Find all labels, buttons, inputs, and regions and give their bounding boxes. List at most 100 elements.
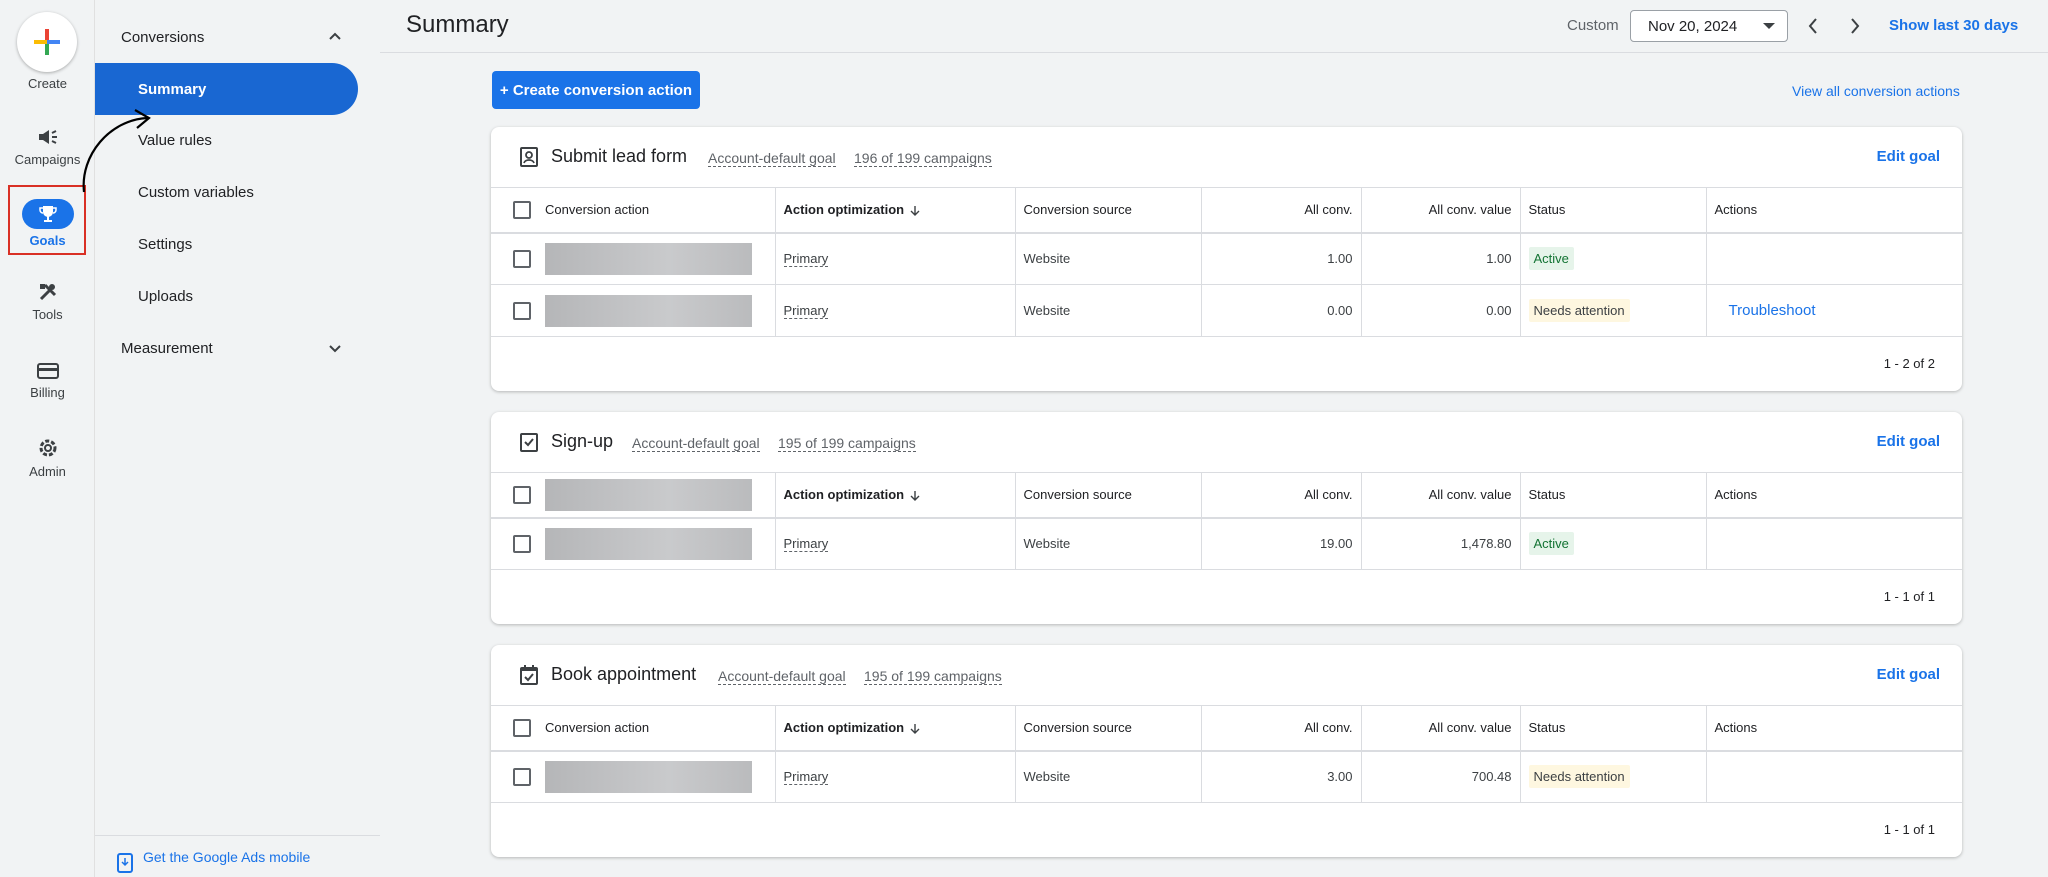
- redacted-name: [545, 527, 752, 560]
- row-checkbox-cell: [491, 750, 537, 803]
- primary-label[interactable]: Primary: [783, 251, 829, 268]
- row-checkbox-cell: [491, 232, 537, 285]
- row-checkbox-cell: [491, 284, 537, 337]
- col-conversion-source[interactable]: Conversion source: [1014, 472, 1201, 519]
- conversion-action-cell: [537, 517, 775, 570]
- conversion-action-cell: [537, 232, 775, 285]
- nav-section-conversions[interactable]: Conversions: [121, 29, 204, 46]
- col-actions: Actions: [1705, 705, 1962, 752]
- annotation-arrow: [82, 109, 151, 193]
- rail-item-billing[interactable]: Billing: [0, 361, 95, 400]
- col-all-conv[interactable]: All conv.: [1200, 705, 1361, 752]
- status-badge: Active: [1528, 532, 1574, 556]
- primary-label[interactable]: Primary: [783, 769, 829, 786]
- rail-item-tools[interactable]: Tools: [0, 281, 95, 322]
- primary-label[interactable]: Primary: [783, 536, 829, 553]
- select-all-checkbox[interactable]: [513, 485, 531, 504]
- select-all-checkbox[interactable]: [513, 718, 531, 737]
- status-badge: Active: [1528, 247, 1574, 271]
- table-row: Primary Website 19.00 1,478.80 Active: [491, 517, 1962, 570]
- col-all-conv-value[interactable]: All conv. value: [1360, 705, 1520, 752]
- redacted-name: [545, 294, 752, 327]
- nav-section-measurement[interactable]: Measurement: [121, 340, 213, 357]
- goal-name: Sign-up: [551, 431, 614, 451]
- status-cell: Active: [1519, 517, 1706, 570]
- primary-label[interactable]: Primary: [783, 303, 829, 319]
- create-conversion-action-button[interactable]: + Create conversion action: [492, 71, 700, 109]
- redacted-name: [545, 242, 752, 275]
- table-row: Primary Website 3.00 700.48 Needs attent…: [491, 750, 1962, 803]
- col-all-conv-value[interactable]: All conv. value: [1360, 472, 1520, 519]
- account-default-goal-label[interactable]: Account-default goal: [718, 668, 846, 685]
- edit-goal-button[interactable]: Edit goal: [1877, 148, 1940, 165]
- megaphone-icon: [38, 130, 57, 144]
- campaign-count-label[interactable]: 196 of 199 campaigns: [854, 150, 992, 167]
- view-all-conversion-actions-link[interactable]: View all conversion actions: [1792, 83, 1960, 99]
- all-conv-cell: 19.00: [1200, 517, 1361, 570]
- source-cell: Website: [1014, 517, 1201, 570]
- row-checkbox[interactable]: [513, 534, 531, 553]
- col-action-optimization[interactable]: Action optimization: [774, 187, 1015, 234]
- all-conv-value-cell: 0.00: [1360, 284, 1520, 337]
- custom-label: Custom: [1567, 17, 1619, 34]
- col-all-conv[interactable]: All conv.: [1200, 187, 1361, 234]
- row-checkbox[interactable]: [513, 767, 531, 786]
- col-action-optimization-label: Action optimization: [783, 202, 905, 218]
- campaign-count-label[interactable]: 195 of 199 campaigns: [778, 435, 916, 452]
- col-status[interactable]: Status: [1519, 187, 1706, 234]
- status-badge: Needs attention: [1528, 299, 1630, 322]
- table-header-row: Action optimization Conversion source Al…: [491, 472, 1962, 519]
- edit-goal-button[interactable]: Edit goal: [1877, 433, 1940, 450]
- table-row: Primary Website 0.00 0.00 Needs attentio…: [491, 284, 1962, 337]
- chevron-up-icon[interactable]: [328, 31, 342, 41]
- select-all-checkbox[interactable]: [513, 200, 531, 219]
- page-title: Summary: [406, 11, 509, 38]
- account-default-goal-label[interactable]: Account-default goal: [632, 435, 760, 452]
- row-checkbox[interactable]: [513, 301, 531, 320]
- row-checkbox[interactable]: [513, 249, 531, 268]
- col-conversion-source[interactable]: Conversion source: [1014, 705, 1201, 752]
- conversion-table: Conversion action Action optimization Co…: [491, 705, 1962, 803]
- pagination-label: 1 - 1 of 1: [1883, 589, 1935, 604]
- next-period-button[interactable]: [1840, 12, 1870, 40]
- edit-goal-button[interactable]: Edit goal: [1877, 666, 1940, 683]
- row-checkbox-cell: [491, 517, 537, 570]
- col-status[interactable]: Status: [1519, 472, 1706, 519]
- col-action-optimization[interactable]: Action optimization: [774, 705, 1015, 752]
- all-conv-cell: 0.00: [1200, 284, 1361, 337]
- chevron-down-icon[interactable]: [328, 343, 342, 353]
- date-range-select[interactable]: Nov 20, 2024: [1630, 10, 1788, 42]
- create-button[interactable]: [17, 12, 77, 72]
- col-status[interactable]: Status: [1519, 705, 1706, 752]
- campaign-count-label[interactable]: 195 of 199 campaigns: [864, 668, 1002, 685]
- chevron-left-icon: [1808, 18, 1817, 34]
- col-actions: Actions: [1705, 187, 1962, 234]
- col-action-optimization-label: Action optimization: [783, 720, 905, 736]
- col-conversion-action[interactable]: Conversion action: [537, 187, 775, 234]
- col-all-conv[interactable]: All conv.: [1200, 472, 1361, 519]
- all-conv-value-cell: 1,478.80: [1360, 517, 1520, 570]
- mobile-app-link[interactable]: Get the Google Ads mobile: [143, 849, 310, 865]
- account-default-goal-label[interactable]: Account-default goal: [708, 150, 836, 167]
- select-all-cell: [491, 472, 537, 519]
- goal-name: Book appointment: [551, 664, 697, 684]
- troubleshoot-button[interactable]: Troubleshoot: [1715, 302, 1816, 319]
- status-badge: Needs attention: [1528, 765, 1630, 789]
- show-last-30-days-link[interactable]: Show last 30 days: [1889, 17, 2018, 34]
- col-action-optimization[interactable]: Action optimization: [774, 472, 1015, 519]
- conversion-action-cell: [537, 750, 775, 803]
- tools-icon: [39, 283, 56, 301]
- previous-period-button[interactable]: [1798, 12, 1828, 40]
- col-conversion-action[interactable]: Conversion action: [537, 705, 775, 752]
- conversion-action-cell: [537, 284, 775, 337]
- goal-name: Submit lead form: [551, 146, 688, 166]
- optimization-cell: Primary: [774, 517, 1015, 570]
- rail-item-admin[interactable]: Admin: [0, 436, 95, 479]
- col-all-conv-value[interactable]: All conv. value: [1360, 187, 1520, 234]
- status-cell: Active: [1519, 232, 1706, 285]
- nav-item-uploads[interactable]: Uploads: [138, 288, 193, 305]
- status-cell: Needs attention: [1519, 750, 1706, 803]
- nav-item-settings[interactable]: Settings: [138, 236, 192, 253]
- chevron-right-icon: [1851, 18, 1860, 34]
- col-conversion-source[interactable]: Conversion source: [1014, 187, 1201, 234]
